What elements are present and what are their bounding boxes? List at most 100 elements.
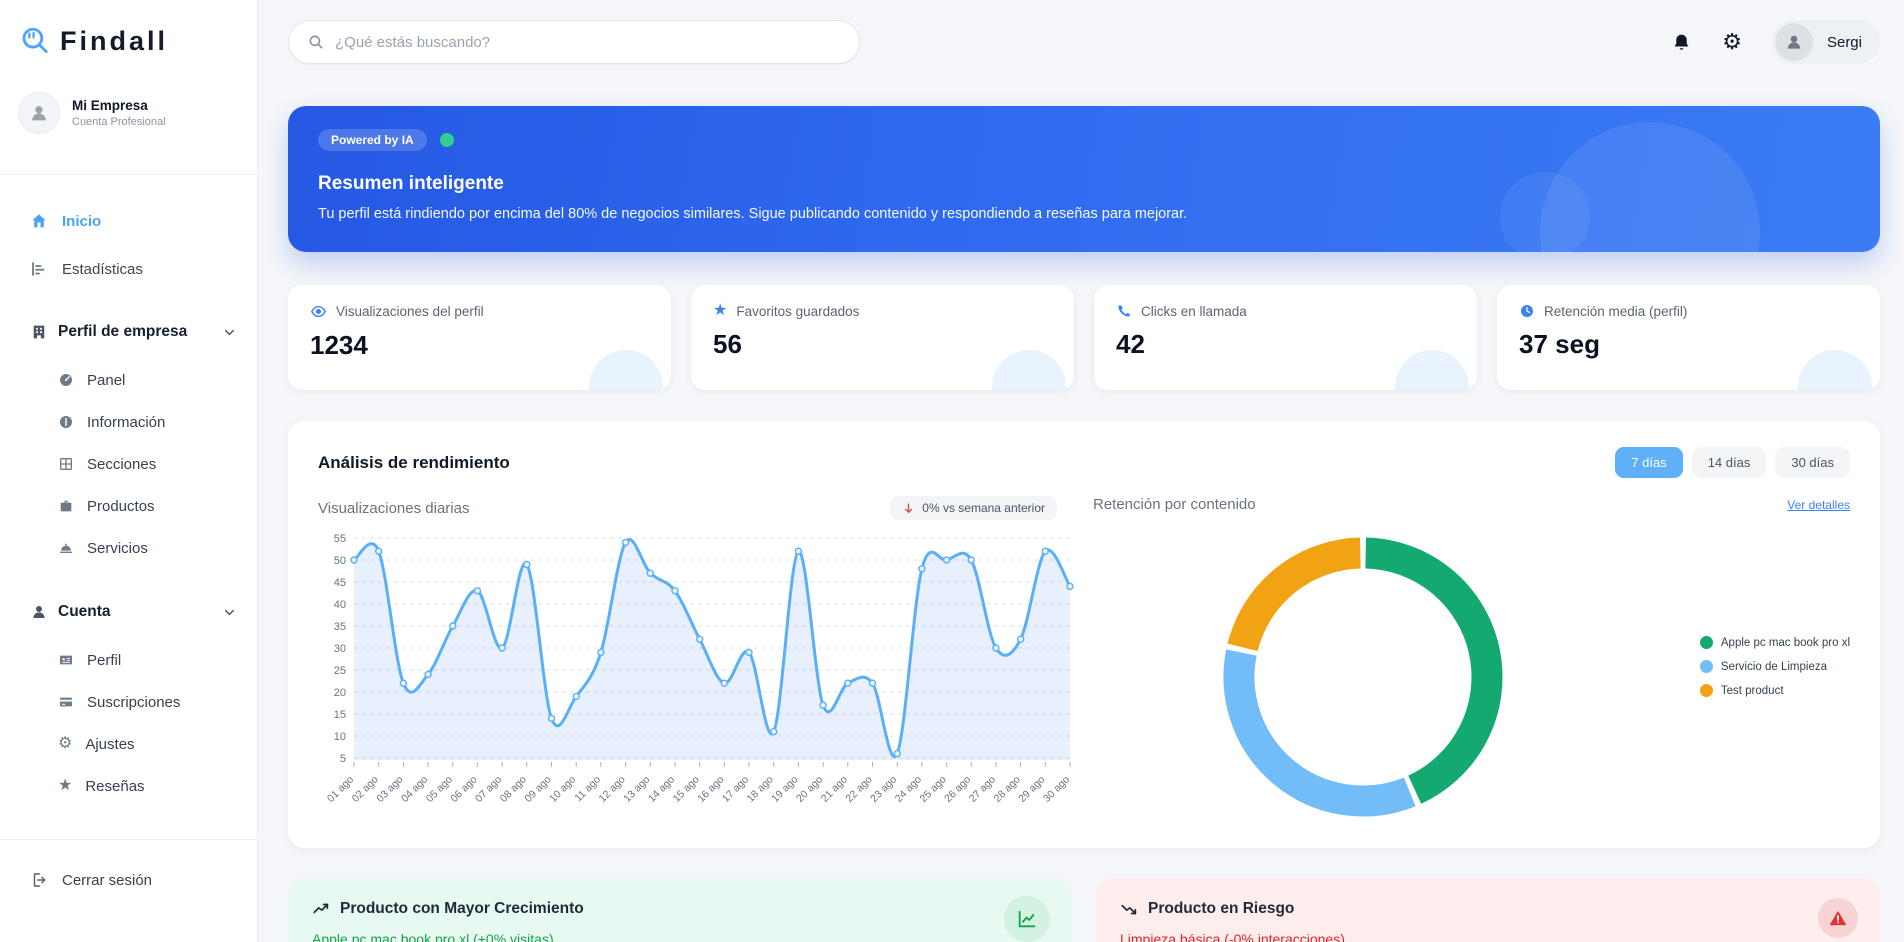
- performance-analysis-card: Análisis de rendimiento 7 días 14 días 3…: [288, 421, 1880, 848]
- star-icon: ★: [713, 303, 727, 319]
- bar-chart-icon: [30, 260, 48, 278]
- chevron-down-icon[interactable]: [222, 325, 237, 340]
- svg-text:29 ago: 29 ago: [1016, 774, 1047, 805]
- topbar: ⚙ Sergi: [288, 18, 1880, 66]
- stat-value: 1234: [310, 330, 649, 361]
- sidebar-section-cuenta[interactable]: Cuenta: [0, 595, 257, 629]
- svg-text:09 ago: 09 ago: [522, 774, 553, 805]
- period-button-30d[interactable]: 30 días: [1775, 447, 1850, 478]
- search-icon: [307, 33, 325, 51]
- logout-button[interactable]: Cerrar sesión: [0, 858, 257, 902]
- sidebar-item-informacion[interactable]: Información: [0, 401, 257, 443]
- stat-label: Visualizaciones del perfil: [336, 304, 484, 319]
- retention-donut-chart: [1218, 532, 1508, 822]
- svg-text:25: 25: [334, 665, 346, 677]
- sidebar-item-perfil[interactable]: Perfil: [0, 639, 257, 681]
- sidebar-item-label: Servicios: [87, 540, 148, 557]
- sidebar-item-label: Ajustes: [85, 736, 134, 753]
- user-menu[interactable]: Sergi: [1772, 20, 1880, 64]
- logout-icon: [30, 871, 48, 889]
- sidebar-item-estadisticas[interactable]: Estadísticas: [0, 249, 257, 289]
- chevron-down-icon[interactable]: [222, 605, 237, 620]
- sidebar-item-panel[interactable]: Panel: [0, 359, 257, 401]
- stat-value: 37 seg: [1519, 329, 1858, 360]
- line-chart-title: Visualizaciones diarias: [318, 500, 469, 517]
- sidebar-item-suscripciones[interactable]: Suscripciones: [0, 681, 257, 723]
- svg-text:5: 5: [340, 753, 346, 765]
- svg-text:20: 20: [334, 687, 346, 699]
- gear-icon: ⚙: [58, 736, 72, 752]
- sidebar-item-ajustes[interactable]: ⚙ Ajustes: [0, 723, 257, 765]
- sidebar-item-label: Panel: [87, 372, 125, 389]
- svg-text:02 ago: 02 ago: [350, 774, 381, 805]
- stat-card-visualizaciones: Visualizaciones del perfil 1234: [288, 285, 671, 390]
- warning-icon: [1818, 898, 1858, 938]
- svg-text:21 ago: 21 ago: [819, 774, 850, 805]
- bell-icon[interactable]: [1671, 32, 1692, 53]
- cloche-icon: [58, 540, 74, 556]
- topbar-actions: ⚙ Sergi: [1671, 20, 1880, 64]
- legend-item: Test product: [1700, 684, 1850, 697]
- svg-text:22 ago: 22 ago: [843, 774, 874, 805]
- cuenta-sublist: Perfil Suscripciones ⚙ Ajustes ★ Reseñas: [0, 639, 257, 807]
- gauge-icon: [58, 372, 74, 388]
- star-icon: ★: [58, 778, 72, 794]
- svg-text:25 ago: 25 ago: [918, 774, 949, 805]
- legend-label: Test product: [1721, 685, 1784, 697]
- grid-icon: [58, 456, 74, 472]
- svg-text:55: 55: [334, 533, 346, 545]
- product-at-risk-card: Producto en Riesgo Limpieza básica (-0% …: [1096, 878, 1880, 942]
- svg-text:01 ago: 01 ago: [325, 774, 356, 805]
- stat-label: Favoritos guardados: [736, 304, 859, 319]
- sidebar-item-label: Secciones: [87, 456, 156, 473]
- trend-down-icon: [1120, 900, 1138, 918]
- svg-text:08 ago: 08 ago: [498, 774, 529, 805]
- svg-text:03 ago: 03 ago: [374, 774, 405, 805]
- banner-title: Resumen inteligente: [318, 173, 1850, 195]
- arrow-down-icon: [902, 502, 915, 515]
- search-bar[interactable]: [288, 20, 860, 64]
- banner-text: Tu perfil está rindiendo por encima del …: [318, 206, 1850, 222]
- sidebar-item-inicio[interactable]: Inicio: [0, 201, 257, 241]
- sidebar-item-secciones[interactable]: Secciones: [0, 443, 257, 485]
- line-chart-section: Visualizaciones diarias 0% vs semana ant…: [318, 496, 1093, 835]
- legend-item: Servicio de Limpieza: [1700, 660, 1850, 673]
- highlight-subtitle: Limpieza básica (-0% interacciones): [1120, 931, 1856, 942]
- search-input[interactable]: [335, 34, 841, 51]
- period-button-14d[interactable]: 14 días: [1692, 447, 1767, 478]
- legend-label: Apple pc mac book pro xl: [1721, 637, 1850, 649]
- sidebar-item-productos[interactable]: Productos: [0, 485, 257, 527]
- legend-dot: [1700, 636, 1713, 649]
- building-icon: [30, 323, 48, 341]
- stat-card-favoritos: ★ Favoritos guardados 56: [691, 285, 1074, 390]
- svg-text:20 ago: 20 ago: [794, 774, 825, 805]
- svg-text:50: 50: [334, 555, 346, 567]
- powered-by-ia-badge: Powered by IA: [318, 129, 427, 151]
- perfil-de-empresa-sublist: Panel Información Secciones Productos: [0, 359, 257, 569]
- company-avatar: [18, 92, 60, 134]
- svg-text:10 ago: 10 ago: [547, 774, 578, 805]
- gear-icon[interactable]: ⚙: [1722, 31, 1742, 53]
- info-icon: [58, 414, 74, 430]
- view-details-link[interactable]: Ver detalles: [1787, 498, 1850, 512]
- home-icon: [30, 212, 48, 230]
- sidebar-item-resenas[interactable]: ★ Reseñas: [0, 765, 257, 807]
- svg-text:16 ago: 16 ago: [695, 774, 726, 805]
- svg-text:14 ago: 14 ago: [646, 774, 677, 805]
- status-dot: [440, 133, 454, 147]
- svg-text:15: 15: [334, 709, 346, 721]
- highlight-subtitle: Apple pc mac book pro xl (+0% visitas): [312, 931, 1048, 942]
- donut-legend: Apple pc mac book pro xl Servicio de Lim…: [1700, 636, 1850, 708]
- sidebar-section-perfil-de-empresa[interactable]: Perfil de empresa: [0, 315, 257, 349]
- svg-text:12 ago: 12 ago: [597, 774, 628, 805]
- svg-text:17 ago: 17 ago: [720, 774, 751, 805]
- svg-text:24 ago: 24 ago: [893, 774, 924, 805]
- sidebar-item-label: Perfil: [87, 652, 121, 669]
- sidebar-item-label: Inicio: [62, 213, 101, 230]
- legend-item: Apple pc mac book pro xl: [1700, 636, 1850, 649]
- period-button-7d[interactable]: 7 días: [1615, 447, 1682, 478]
- stats-row: Visualizaciones del perfil 1234 ★ Favori…: [288, 285, 1880, 390]
- svg-text:35: 35: [334, 621, 346, 633]
- sidebar-item-servicios[interactable]: Servicios: [0, 527, 257, 569]
- svg-text:27 ago: 27 ago: [967, 774, 998, 805]
